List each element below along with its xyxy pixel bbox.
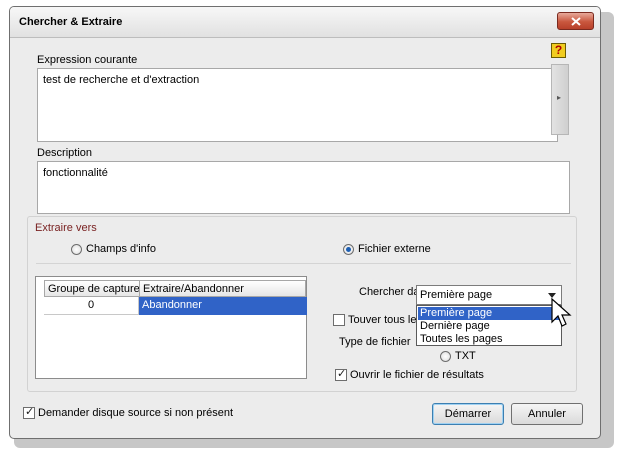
close-icon	[571, 17, 581, 26]
close-button[interactable]	[557, 12, 594, 30]
column-header-group[interactable]: Groupe de capture	[44, 280, 140, 297]
find-all-label[interactable]: Touver tous le	[348, 314, 416, 326]
search-in-label: Chercher da	[359, 286, 420, 298]
radio-txt[interactable]	[440, 351, 451, 362]
radio-info-fields-label[interactable]: Champs d'info	[86, 243, 156, 255]
description-field[interactable]: fonctionnalité	[37, 161, 570, 214]
ask-source-label[interactable]: Demander disque source si non présent	[38, 407, 233, 419]
expression-scroll-button[interactable]: ▸	[551, 64, 569, 135]
expression-field[interactable]: test de recherche et d'extraction	[37, 68, 558, 142]
cancel-button[interactable]: Annuler	[511, 403, 583, 425]
radio-info-fields[interactable]	[71, 244, 82, 255]
search-in-options[interactable]: Première page Dernière page Toutes les p…	[416, 305, 562, 346]
help-icon[interactable]: ?	[551, 43, 566, 58]
ask-source-checkbox[interactable]	[23, 405, 35, 419]
title-bar[interactable]: Chercher & Extraire	[10, 7, 600, 38]
search-in-dropdown[interactable]: Première page	[416, 285, 562, 305]
radio-txt-label[interactable]: TXT	[455, 350, 476, 362]
description-label: Description	[37, 147, 93, 159]
extract-group-title: Extraire vers	[35, 222, 97, 234]
mouse-cursor-icon	[551, 298, 572, 327]
table-cell-action[interactable]: Abandonner	[139, 297, 307, 315]
radio-external-file[interactable]	[343, 244, 354, 255]
table-cell-group[interactable]: 0	[44, 297, 139, 315]
search-in-value: Première page	[420, 289, 493, 301]
group-divider	[36, 263, 571, 264]
column-header-action[interactable]: Extraire/Abandonner	[139, 280, 306, 297]
start-button[interactable]: Démarrer	[432, 403, 504, 425]
open-results-checkbox[interactable]	[335, 367, 347, 381]
radio-external-file-label[interactable]: Fichier externe	[358, 243, 431, 255]
option-first-page[interactable]: Première page	[418, 307, 560, 320]
option-all-pages[interactable]: Toutes les pages	[418, 333, 560, 346]
capture-table[interactable]: Groupe de capture Extraire/Abandonner 0 …	[35, 276, 307, 379]
find-all-checkbox[interactable]	[333, 314, 345, 326]
option-last-page[interactable]: Dernière page	[418, 320, 560, 333]
file-type-label: Type de fichier	[339, 336, 411, 348]
chevron-right-icon: ▸	[557, 93, 562, 102]
expression-label: Expression courante	[37, 54, 138, 66]
open-results-label[interactable]: Ouvrir le fichier de résultats	[350, 369, 484, 381]
window-title: Chercher & Extraire	[19, 16, 123, 28]
